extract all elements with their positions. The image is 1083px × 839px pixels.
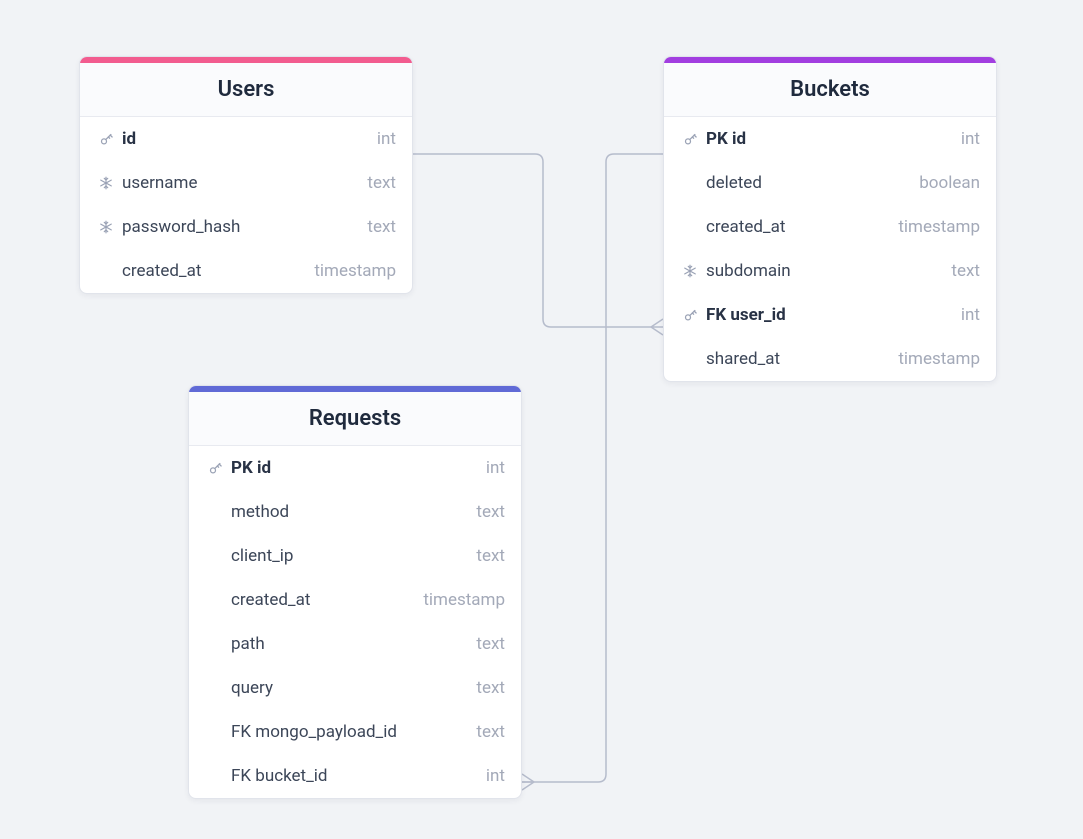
column-type: timestamp bbox=[898, 217, 980, 237]
column-name: FK mongo_payload_id bbox=[225, 722, 476, 742]
column-row[interactable]: FK user_idint bbox=[664, 293, 996, 337]
erd-canvas[interactable]: Users idintusernametextpassword_hashtext… bbox=[0, 0, 1083, 839]
column-row[interactable]: FK mongo_payload_idtext bbox=[189, 710, 521, 754]
column-name: subdomain bbox=[700, 261, 951, 281]
key-icon bbox=[680, 308, 700, 323]
column-row[interactable]: shared_attimestamp bbox=[664, 337, 996, 381]
column-type: int bbox=[486, 458, 505, 478]
column-row[interactable]: subdomaintext bbox=[664, 249, 996, 293]
column-name: username bbox=[116, 173, 367, 193]
column-type: boolean bbox=[919, 173, 980, 193]
column-name: shared_at bbox=[700, 349, 898, 369]
column-name: created_at bbox=[700, 217, 898, 237]
column-name: created_at bbox=[116, 261, 314, 281]
column-name: client_ip bbox=[225, 546, 476, 566]
column-name: PK id bbox=[700, 129, 961, 149]
column-type: int bbox=[961, 305, 980, 325]
column-row[interactable]: client_iptext bbox=[189, 534, 521, 578]
column-row[interactable]: created_attimestamp bbox=[189, 578, 521, 622]
column-name: FK bucket_id bbox=[225, 766, 486, 786]
column-type: int bbox=[961, 129, 980, 149]
column-type: timestamp bbox=[314, 261, 396, 281]
table-title: Users bbox=[80, 63, 412, 117]
table-requests[interactable]: Requests PK idintmethodtextclient_iptext… bbox=[188, 385, 522, 799]
column-row[interactable]: querytext bbox=[189, 666, 521, 710]
column-row[interactable]: pathtext bbox=[189, 622, 521, 666]
column-row[interactable]: methodtext bbox=[189, 490, 521, 534]
column-name: PK id bbox=[225, 458, 486, 478]
snowflake-icon bbox=[96, 220, 116, 234]
column-row[interactable]: created_attimestamp bbox=[664, 205, 996, 249]
column-type: text bbox=[476, 722, 505, 742]
column-name: deleted bbox=[700, 173, 919, 193]
key-icon bbox=[680, 132, 700, 147]
snowflake-icon bbox=[680, 264, 700, 278]
column-row[interactable]: password_hashtext bbox=[80, 205, 412, 249]
column-list: idintusernametextpassword_hashtextcreate… bbox=[80, 117, 412, 293]
key-icon bbox=[205, 461, 225, 476]
snowflake-icon bbox=[96, 176, 116, 190]
column-name: id bbox=[116, 129, 377, 149]
table-title: Buckets bbox=[664, 63, 996, 117]
column-type: text bbox=[367, 173, 396, 193]
column-row[interactable]: FK bucket_idint bbox=[189, 754, 521, 798]
column-name: query bbox=[225, 678, 476, 698]
column-type: timestamp bbox=[423, 590, 505, 610]
column-name: password_hash bbox=[116, 217, 367, 237]
column-name: method bbox=[225, 502, 476, 522]
column-row[interactable]: PK idint bbox=[189, 446, 521, 490]
column-row[interactable]: created_attimestamp bbox=[80, 249, 412, 293]
column-type: text bbox=[951, 261, 980, 281]
table-title: Requests bbox=[189, 392, 521, 446]
table-buckets[interactable]: Buckets PK idintdeletedbooleancreated_at… bbox=[663, 56, 997, 382]
column-type: timestamp bbox=[898, 349, 980, 369]
column-type: int bbox=[377, 129, 396, 149]
column-name: path bbox=[225, 634, 476, 654]
column-type: text bbox=[367, 217, 396, 237]
column-type: text bbox=[476, 678, 505, 698]
column-row[interactable]: PK idint bbox=[664, 117, 996, 161]
column-name: created_at bbox=[225, 590, 423, 610]
column-type: text bbox=[476, 502, 505, 522]
column-list: PK idintmethodtextclient_iptextcreated_a… bbox=[189, 446, 521, 798]
column-row[interactable]: deletedboolean bbox=[664, 161, 996, 205]
table-users[interactable]: Users idintusernametextpassword_hashtext… bbox=[79, 56, 413, 294]
column-list: PK idintdeletedbooleancreated_attimestam… bbox=[664, 117, 996, 381]
column-name: FK user_id bbox=[700, 305, 961, 325]
column-type: int bbox=[486, 766, 505, 786]
column-type: text bbox=[476, 546, 505, 566]
column-type: text bbox=[476, 634, 505, 654]
key-icon bbox=[96, 132, 116, 147]
column-row[interactable]: usernametext bbox=[80, 161, 412, 205]
column-row[interactable]: idint bbox=[80, 117, 412, 161]
